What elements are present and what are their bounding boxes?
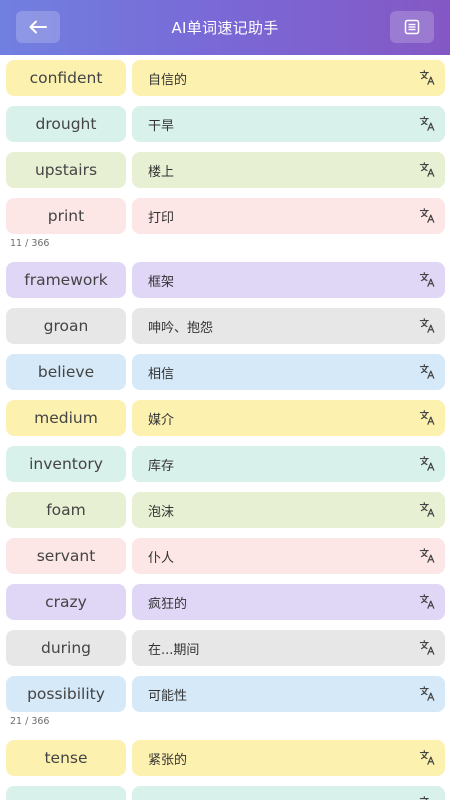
meaning-card[interactable]: 泡沫 bbox=[132, 492, 445, 528]
meaning-card[interactable]: 干旱 bbox=[132, 106, 445, 142]
word-text[interactable]: print bbox=[6, 198, 126, 234]
meaning-text: 泡沫 bbox=[148, 504, 175, 520]
translate-icon[interactable] bbox=[419, 593, 436, 610]
translate-icon[interactable] bbox=[419, 685, 436, 702]
meaning-text: 库存 bbox=[148, 458, 175, 474]
word-text[interactable]: believe bbox=[6, 354, 126, 390]
meaning-text: 媒介 bbox=[148, 412, 175, 428]
word-text[interactable]: during bbox=[6, 630, 126, 666]
list-icon bbox=[404, 19, 420, 35]
word-text[interactable]: drought bbox=[6, 106, 126, 142]
word-row[interactable]: servant 仆人 bbox=[6, 538, 445, 574]
translate-icon[interactable] bbox=[419, 409, 436, 426]
meaning-card[interactable]: 楼上 bbox=[132, 152, 445, 188]
meaning-text: 呻吟、抱怨 bbox=[148, 320, 214, 336]
word-row[interactable]: possibility 可能性 bbox=[6, 676, 445, 712]
word-text[interactable]: inventory bbox=[6, 446, 126, 482]
word-row[interactable]: medium 媒介 bbox=[6, 400, 445, 436]
word-row[interactable]: drought 干旱 bbox=[6, 106, 445, 142]
meaning-text: 可能性 bbox=[148, 688, 188, 704]
word-text[interactable]: tense bbox=[6, 740, 126, 776]
word-row[interactable]: inventory 库存 bbox=[6, 446, 445, 482]
word-row[interactable]: print 打印 bbox=[6, 198, 445, 234]
word-list[interactable]: confident 自信的 drought 干旱 upstairs 楼上 print 打印 11… bbox=[0, 55, 450, 800]
translate-icon[interactable] bbox=[419, 161, 436, 178]
word-text[interactable]: confident bbox=[6, 60, 126, 96]
word-row[interactable]: framework 框架 bbox=[6, 262, 445, 298]
meaning-card[interactable]: 媒介 bbox=[132, 400, 445, 436]
meaning-card[interactable]: 在...期间 bbox=[132, 630, 445, 666]
meaning-text: 疯狂的 bbox=[148, 596, 188, 612]
word-row[interactable]: during 在...期间 bbox=[6, 630, 445, 666]
meaning-text: 打印 bbox=[148, 210, 175, 226]
word-text[interactable]: servant bbox=[6, 538, 126, 574]
word-row[interactable]: upstairs 楼上 bbox=[6, 152, 445, 188]
translate-icon[interactable] bbox=[419, 749, 436, 766]
app-header: AI单词速记助手 bbox=[0, 0, 450, 55]
meaning-text: 自信的 bbox=[148, 72, 188, 88]
meaning-card[interactable]: 框架 bbox=[132, 262, 445, 298]
meaning-card[interactable]: 相信 bbox=[132, 354, 445, 390]
word-row[interactable]: foam 泡沫 bbox=[6, 492, 445, 528]
translate-icon[interactable] bbox=[419, 271, 436, 288]
word-row[interactable]: tense 紧张的 bbox=[6, 740, 445, 776]
meaning-text: 框架 bbox=[148, 274, 175, 290]
meaning-text: 紧张的 bbox=[148, 752, 188, 768]
word-text[interactable]: groan bbox=[6, 308, 126, 344]
word-text[interactable]: upstairs bbox=[6, 152, 126, 188]
word-row[interactable]: crazy 疯狂的 bbox=[6, 584, 445, 620]
meaning-text: 干旱 bbox=[148, 118, 175, 134]
meaning-text: 楼上 bbox=[148, 164, 175, 180]
word-text[interactable] bbox=[6, 786, 126, 800]
page-counter: 11 / 366 bbox=[10, 238, 50, 249]
meaning-text: 在...期间 bbox=[148, 642, 200, 658]
translate-icon[interactable] bbox=[419, 501, 436, 518]
word-text[interactable]: framework bbox=[6, 262, 126, 298]
meaning-card[interactable]: 疯狂的 bbox=[132, 584, 445, 620]
translate-icon[interactable] bbox=[419, 69, 436, 86]
word-row[interactable]: groan 呻吟、抱怨 bbox=[6, 308, 445, 344]
meaning-card[interactable]: 打印 bbox=[132, 198, 445, 234]
word-text[interactable]: medium bbox=[6, 400, 126, 436]
translate-icon[interactable] bbox=[419, 547, 436, 564]
meaning-card[interactable] bbox=[132, 786, 445, 800]
meaning-card[interactable]: 可能性 bbox=[132, 676, 445, 712]
word-text[interactable]: foam bbox=[6, 492, 126, 528]
word-list-button[interactable] bbox=[390, 11, 434, 43]
page-counter: 21 / 366 bbox=[10, 716, 50, 727]
translate-icon[interactable] bbox=[419, 115, 436, 132]
meaning-text: 相信 bbox=[148, 366, 175, 382]
translate-icon[interactable] bbox=[419, 455, 436, 472]
translate-icon[interactable] bbox=[419, 207, 436, 224]
word-row[interactable]: believe 相信 bbox=[6, 354, 445, 390]
meaning-card[interactable]: 紧张的 bbox=[132, 740, 445, 776]
meaning-card[interactable]: 库存 bbox=[132, 446, 445, 482]
meaning-card[interactable]: 仆人 bbox=[132, 538, 445, 574]
word-text[interactable]: crazy bbox=[6, 584, 126, 620]
word-row[interactable]: confident 自信的 bbox=[6, 60, 445, 96]
translate-icon[interactable] bbox=[419, 639, 436, 656]
meaning-card[interactable]: 自信的 bbox=[132, 60, 445, 96]
word-row[interactable] bbox=[6, 786, 445, 800]
translate-icon[interactable] bbox=[419, 363, 436, 380]
meaning-card[interactable]: 呻吟、抱怨 bbox=[132, 308, 445, 344]
arrow-left-icon bbox=[29, 20, 47, 34]
page-title: AI单词速记助手 bbox=[171, 19, 279, 37]
meaning-text: 仆人 bbox=[148, 550, 175, 566]
back-button[interactable] bbox=[16, 11, 60, 43]
translate-icon[interactable] bbox=[419, 317, 436, 334]
translate-icon[interactable] bbox=[419, 795, 436, 800]
word-text[interactable]: possibility bbox=[6, 676, 126, 712]
